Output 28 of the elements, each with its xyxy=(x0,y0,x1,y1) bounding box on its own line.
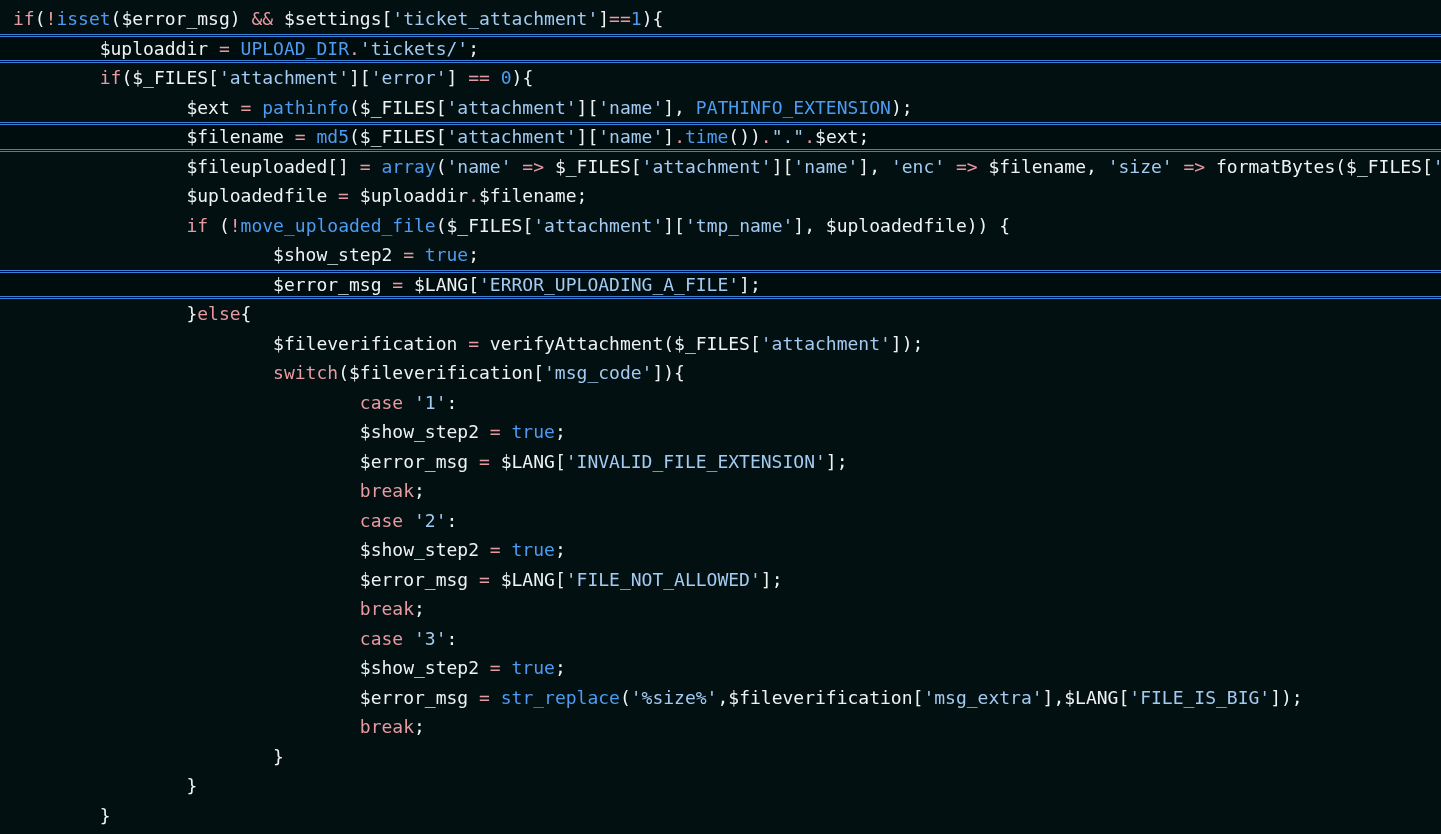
code-line: } xyxy=(273,744,284,769)
code-line: $error_msg = $LANG['INVALID_FILE_EXTENSION']; xyxy=(359,449,848,474)
code-line: $error_msg = $LANG['FILE_NOT_ALLOWED']; xyxy=(359,567,783,592)
code-line: if(!isset($error_msg) && $settings['ticket_attachment']==1){ xyxy=(13,7,664,31)
code-line: $filename = md5($_FILES['attachment']['name'].time()).".".$ext; xyxy=(186,125,870,149)
code-line: $uploadedfile = $uploaddir.$filename; xyxy=(186,184,588,208)
code-line: $error_msg = $LANG['ERROR_UPLOADING_A_FILE']; xyxy=(273,272,761,296)
code-line: $ext = pathinfo($_FILES['attachment']['name'], PATHINFO_EXTENSION); xyxy=(186,95,913,120)
code-line: switch($fileverification['msg_code']){ xyxy=(273,361,685,385)
code-line: } xyxy=(99,803,111,828)
code-line: case '1': xyxy=(359,390,458,415)
code-line: case '2': xyxy=(359,508,458,533)
code-line: $error_msg = str_replace('%size%',$fileverification['msg_extra'],$LANG['FILE_IS_BIG']); xyxy=(359,685,1303,710)
code-line: $show_step2 = true; xyxy=(359,420,566,444)
code-line: $show_step2 = true; xyxy=(273,243,480,267)
code-line: $fileverification = verifyAttachment($_FILES['attachment']); xyxy=(273,331,924,356)
code-line: $show_step2 = true; xyxy=(359,538,566,562)
code-line: $fileuploaded[] = array('name' => $_FILES['attachment']['name'], 'enc' => $filename, 'size' => formatBytes($_FILES[' xyxy=(186,154,1441,179)
code-line: case '3': xyxy=(359,626,458,651)
code-line: break; xyxy=(359,597,425,621)
code-line: break; xyxy=(359,715,425,739)
code-line: } xyxy=(186,774,198,798)
code-line: }else{ xyxy=(186,302,252,326)
code-line: if (!move_uploaded_file($_FILES['attachment']['tmp_name'], $uploadedfile)) { xyxy=(186,213,1011,238)
code-line: break; xyxy=(359,479,425,503)
code-line: if($_FILES['attachment']['error'] == 0){ xyxy=(99,66,534,90)
code-line: $uploaddir = UPLOAD_DIR.'tickets/'; xyxy=(99,36,480,60)
code-line: $show_step2 = true; xyxy=(359,656,566,680)
